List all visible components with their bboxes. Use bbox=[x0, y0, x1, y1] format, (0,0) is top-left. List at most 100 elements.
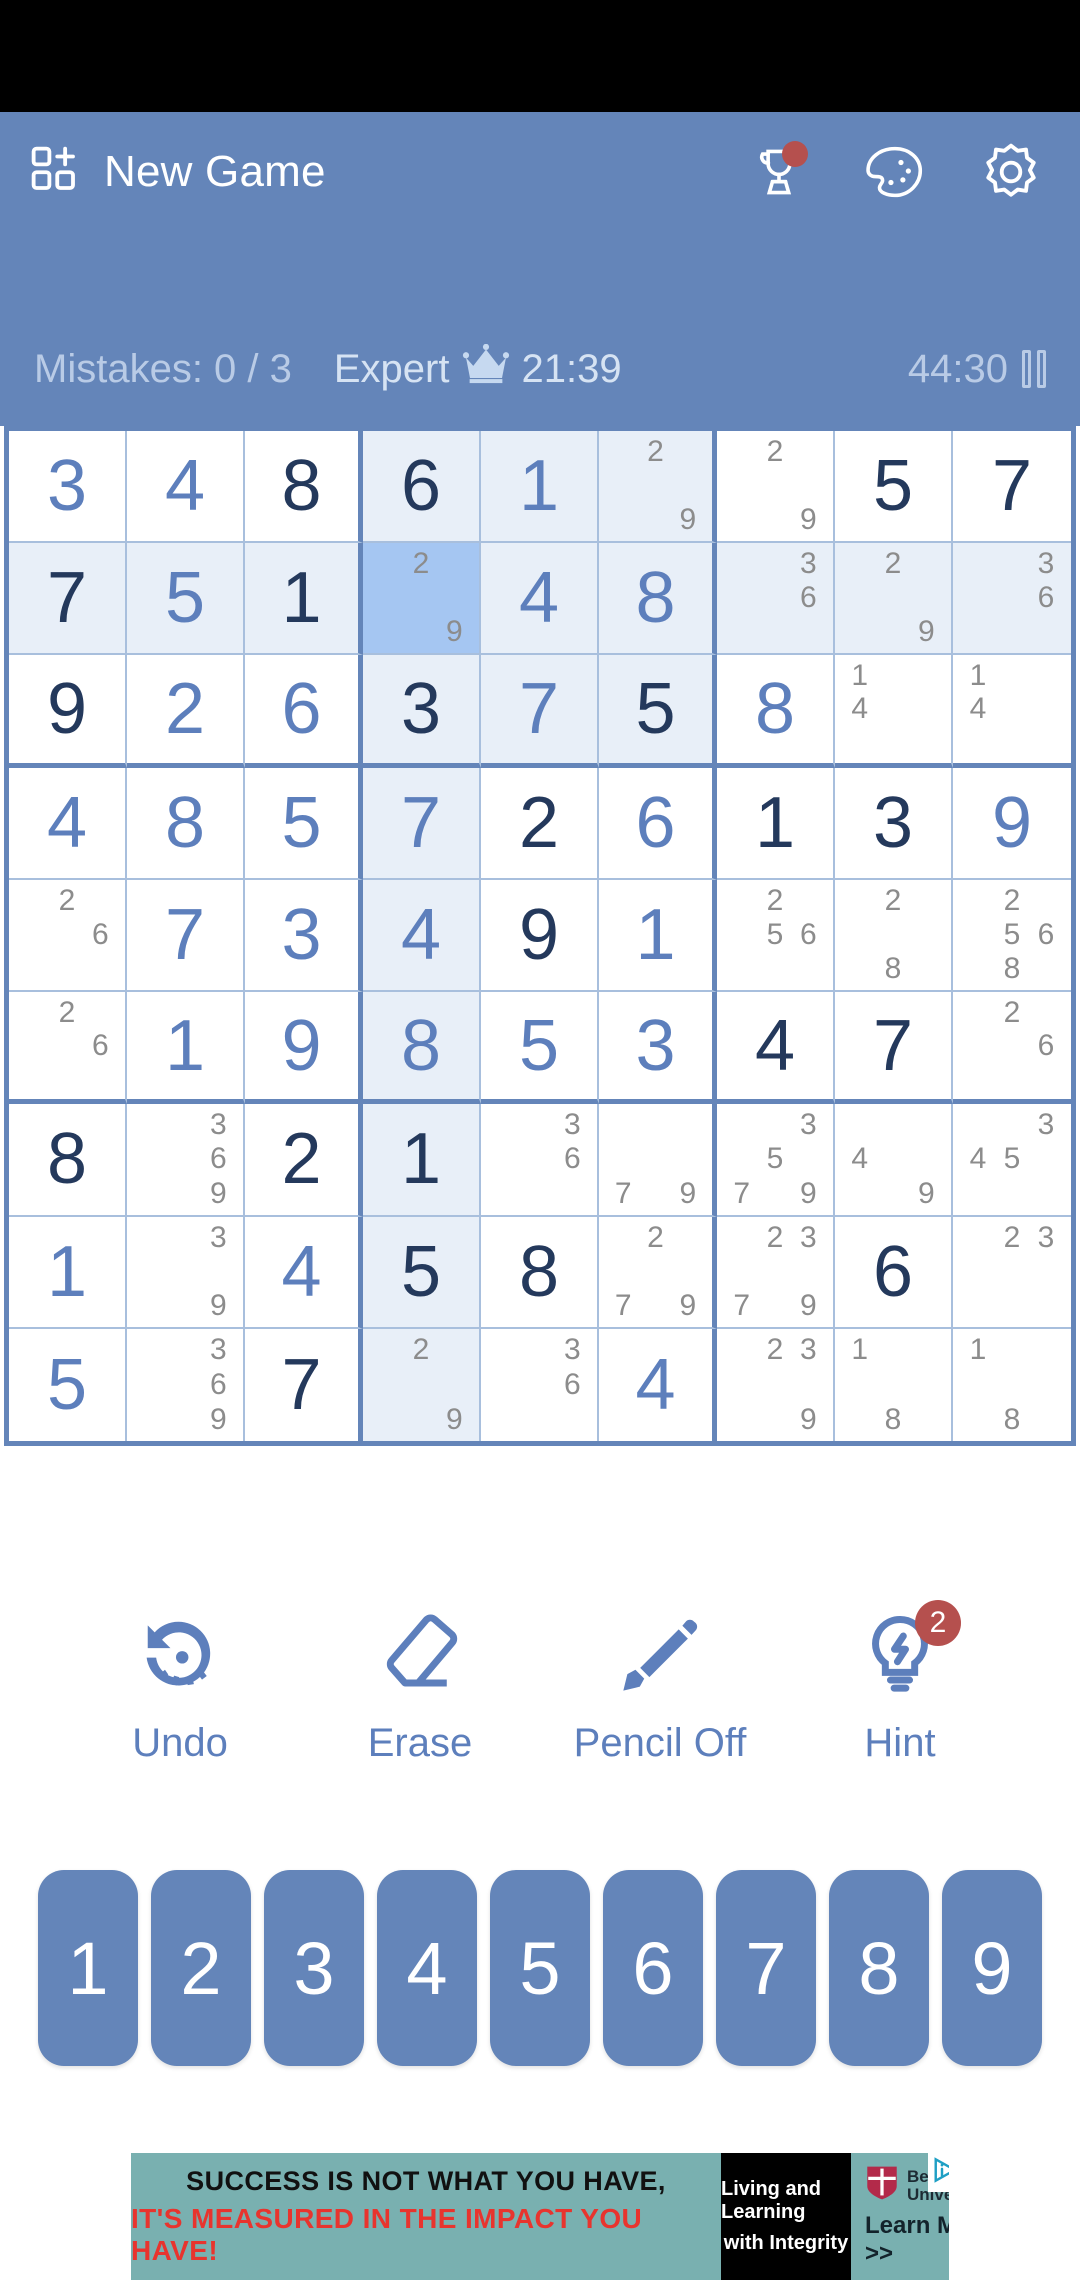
sudoku-cell-r1c3[interactable]: 8 bbox=[245, 431, 363, 544]
sudoku-cell-r2c8[interactable]: 29 bbox=[835, 543, 953, 656]
numpad-key-9[interactable]: 9 bbox=[942, 1870, 1042, 2066]
sudoku-cell-r5c1[interactable]: 26 bbox=[9, 879, 127, 993]
sudoku-cell-r8c8[interactable]: 6 bbox=[835, 1216, 953, 1329]
sudoku-cell-r1c2[interactable]: 4 bbox=[127, 431, 245, 544]
sudoku-cell-r7c1[interactable]: 8 bbox=[9, 1104, 127, 1217]
undo-button[interactable]: Undo bbox=[85, 1610, 275, 1766]
sudoku-cell-r5c8[interactable]: 28 bbox=[835, 879, 953, 993]
numpad-key-3[interactable]: 3 bbox=[264, 1870, 364, 2066]
sudoku-cell-r4c3[interactable]: 5 bbox=[245, 767, 363, 880]
sudoku-cell-r2c3[interactable]: 1 bbox=[245, 543, 363, 656]
sudoku-cell-r1c8[interactable]: 5 bbox=[835, 431, 953, 544]
sudoku-cell-r6c5[interactable]: 5 bbox=[481, 992, 599, 1105]
pencil-off-button[interactable]: Pencil Off bbox=[565, 1610, 755, 1766]
ad-choices-controls[interactable] bbox=[928, 2153, 949, 2192]
sudoku-cell-r9c5[interactable]: 36 bbox=[481, 1328, 599, 1441]
sudoku-cell-r6c1[interactable]: 26 bbox=[9, 992, 127, 1105]
sudoku-cell-r4c5[interactable]: 2 bbox=[481, 767, 599, 880]
new-game-button[interactable]: New Game bbox=[28, 143, 326, 202]
sudoku-cell-r4c6[interactable]: 6 bbox=[599, 767, 717, 880]
sudoku-cell-r5c6[interactable]: 1 bbox=[599, 879, 717, 993]
sudoku-cell-r2c2[interactable]: 5 bbox=[127, 543, 245, 656]
sudoku-cell-r3c8[interactable]: 14 bbox=[835, 655, 953, 768]
erase-button[interactable]: Erase bbox=[325, 1610, 515, 1766]
ad-cta-link[interactable]: Learn More >> bbox=[865, 2212, 949, 2268]
sudoku-cell-r5c3[interactable]: 3 bbox=[245, 879, 363, 993]
sudoku-cell-r6c3[interactable]: 9 bbox=[245, 992, 363, 1105]
sudoku-cell-r5c5[interactable]: 9 bbox=[481, 879, 599, 993]
sudoku-cell-r8c6[interactable]: 27 9 bbox=[599, 1216, 717, 1329]
numpad-key-7[interactable]: 7 bbox=[716, 1870, 816, 2066]
numpad-key-4[interactable]: 4 bbox=[377, 1870, 477, 2066]
sudoku-cell-r1c6[interactable]: 29 bbox=[599, 431, 717, 544]
sudoku-cell-r2c7[interactable]: 36 bbox=[717, 543, 835, 656]
sudoku-cell-r7c5[interactable]: 36 bbox=[481, 1104, 599, 1217]
sudoku-cell-r5c7[interactable]: 256 bbox=[717, 879, 835, 993]
numpad-key-1[interactable]: 1 bbox=[38, 1870, 138, 2066]
sudoku-cell-r8c4[interactable]: 5 bbox=[363, 1216, 481, 1329]
sudoku-cell-r4c1[interactable]: 4 bbox=[9, 767, 127, 880]
sudoku-cell-r3c1[interactable]: 9 bbox=[9, 655, 127, 768]
sudoku-cell-r6c2[interactable]: 1 bbox=[127, 992, 245, 1105]
sudoku-cell-r7c9[interactable]: 3 45 bbox=[953, 1104, 1071, 1217]
ad-banner[interactable]: SUCCESS IS NOT WHAT YOU HAVE, IT'S MEASU… bbox=[131, 2153, 949, 2280]
sudoku-cell-r8c2[interactable]: 39 bbox=[127, 1216, 245, 1329]
sudoku-cell-r8c9[interactable]: 23 bbox=[953, 1216, 1071, 1329]
sudoku-cell-r4c4[interactable]: 7 bbox=[363, 767, 481, 880]
sudoku-cell-r3c9[interactable]: 14 bbox=[953, 655, 1071, 768]
sudoku-cell-r3c4[interactable]: 3 bbox=[363, 655, 481, 768]
numpad-key-8[interactable]: 8 bbox=[829, 1870, 929, 2066]
sudoku-cell-r1c7[interactable]: 29 bbox=[717, 431, 835, 544]
sudoku-cell-r2c9[interactable]: 36 bbox=[953, 543, 1071, 656]
sudoku-cell-r1c4[interactable]: 6 bbox=[363, 431, 481, 544]
sudoku-cell-r3c2[interactable]: 2 bbox=[127, 655, 245, 768]
settings-gear-button[interactable] bbox=[980, 141, 1042, 203]
sudoku-cell-r4c2[interactable]: 8 bbox=[127, 767, 245, 880]
sudoku-cell-r7c2[interactable]: 369 bbox=[127, 1104, 245, 1217]
sudoku-cell-r9c9[interactable]: 18 bbox=[953, 1328, 1071, 1441]
sudoku-cell-r1c1[interactable]: 3 bbox=[9, 431, 127, 544]
sudoku-cell-r9c1[interactable]: 5 bbox=[9, 1328, 127, 1441]
sudoku-cell-r1c9[interactable]: 7 bbox=[953, 431, 1071, 544]
sudoku-cell-r7c6[interactable]: 79 bbox=[599, 1104, 717, 1217]
sudoku-cell-r6c9[interactable]: 26 bbox=[953, 992, 1071, 1105]
sudoku-cell-r4c9[interactable]: 9 bbox=[953, 767, 1071, 880]
pause-button[interactable] bbox=[1022, 350, 1046, 388]
sudoku-cell-r7c7[interactable]: 357 9 bbox=[717, 1104, 835, 1217]
sudoku-cell-r2c4[interactable]: 29 bbox=[363, 543, 481, 656]
hint-button[interactable]: 2 Hint bbox=[805, 1600, 995, 1766]
sudoku-cell-r6c7[interactable]: 4 bbox=[717, 992, 835, 1105]
sudoku-cell-r6c4[interactable]: 8 bbox=[363, 992, 481, 1105]
sudoku-cell-r8c7[interactable]: 23 7 9 bbox=[717, 1216, 835, 1329]
sudoku-cell-r3c5[interactable]: 7 bbox=[481, 655, 599, 768]
sudoku-cell-r3c3[interactable]: 6 bbox=[245, 655, 363, 768]
sudoku-cell-r9c2[interactable]: 369 bbox=[127, 1328, 245, 1441]
sudoku-cell-r7c4[interactable]: 1 bbox=[363, 1104, 481, 1217]
sudoku-cell-r2c1[interactable]: 7 bbox=[9, 543, 127, 656]
sudoku-cell-r7c3[interactable]: 2 bbox=[245, 1104, 363, 1217]
sudoku-cell-r3c6[interactable]: 5 bbox=[599, 655, 717, 768]
sudoku-cell-r9c7[interactable]: 23 9 bbox=[717, 1328, 835, 1441]
sudoku-cell-r8c5[interactable]: 8 bbox=[481, 1216, 599, 1329]
adchoices-icon[interactable] bbox=[933, 2156, 949, 2189]
sudoku-cell-r6c8[interactable]: 7 bbox=[835, 992, 953, 1105]
sudoku-cell-r9c4[interactable]: 29 bbox=[363, 1328, 481, 1441]
sudoku-cell-r3c7[interactable]: 8 bbox=[717, 655, 835, 768]
sudoku-cell-r4c8[interactable]: 3 bbox=[835, 767, 953, 880]
numpad-key-6[interactable]: 6 bbox=[603, 1870, 703, 2066]
trophy-button[interactable] bbox=[748, 141, 810, 203]
sudoku-cell-r9c8[interactable]: 18 bbox=[835, 1328, 953, 1441]
sudoku-cell-r2c5[interactable]: 4 bbox=[481, 543, 599, 656]
sudoku-cell-r9c6[interactable]: 4 bbox=[599, 1328, 717, 1441]
palette-button[interactable] bbox=[864, 141, 926, 203]
sudoku-cell-r2c6[interactable]: 8 bbox=[599, 543, 717, 656]
sudoku-cell-r8c1[interactable]: 1 bbox=[9, 1216, 127, 1329]
sudoku-cell-r4c7[interactable]: 1 bbox=[717, 767, 835, 880]
sudoku-cell-r8c3[interactable]: 4 bbox=[245, 1216, 363, 1329]
sudoku-cell-r5c2[interactable]: 7 bbox=[127, 879, 245, 993]
sudoku-cell-r6c6[interactable]: 3 bbox=[599, 992, 717, 1105]
sudoku-cell-r1c5[interactable]: 1 bbox=[481, 431, 599, 544]
sudoku-cell-r5c9[interactable]: 2568 bbox=[953, 879, 1071, 993]
numpad-key-2[interactable]: 2 bbox=[151, 1870, 251, 2066]
sudoku-cell-r5c4[interactable]: 4 bbox=[363, 879, 481, 993]
